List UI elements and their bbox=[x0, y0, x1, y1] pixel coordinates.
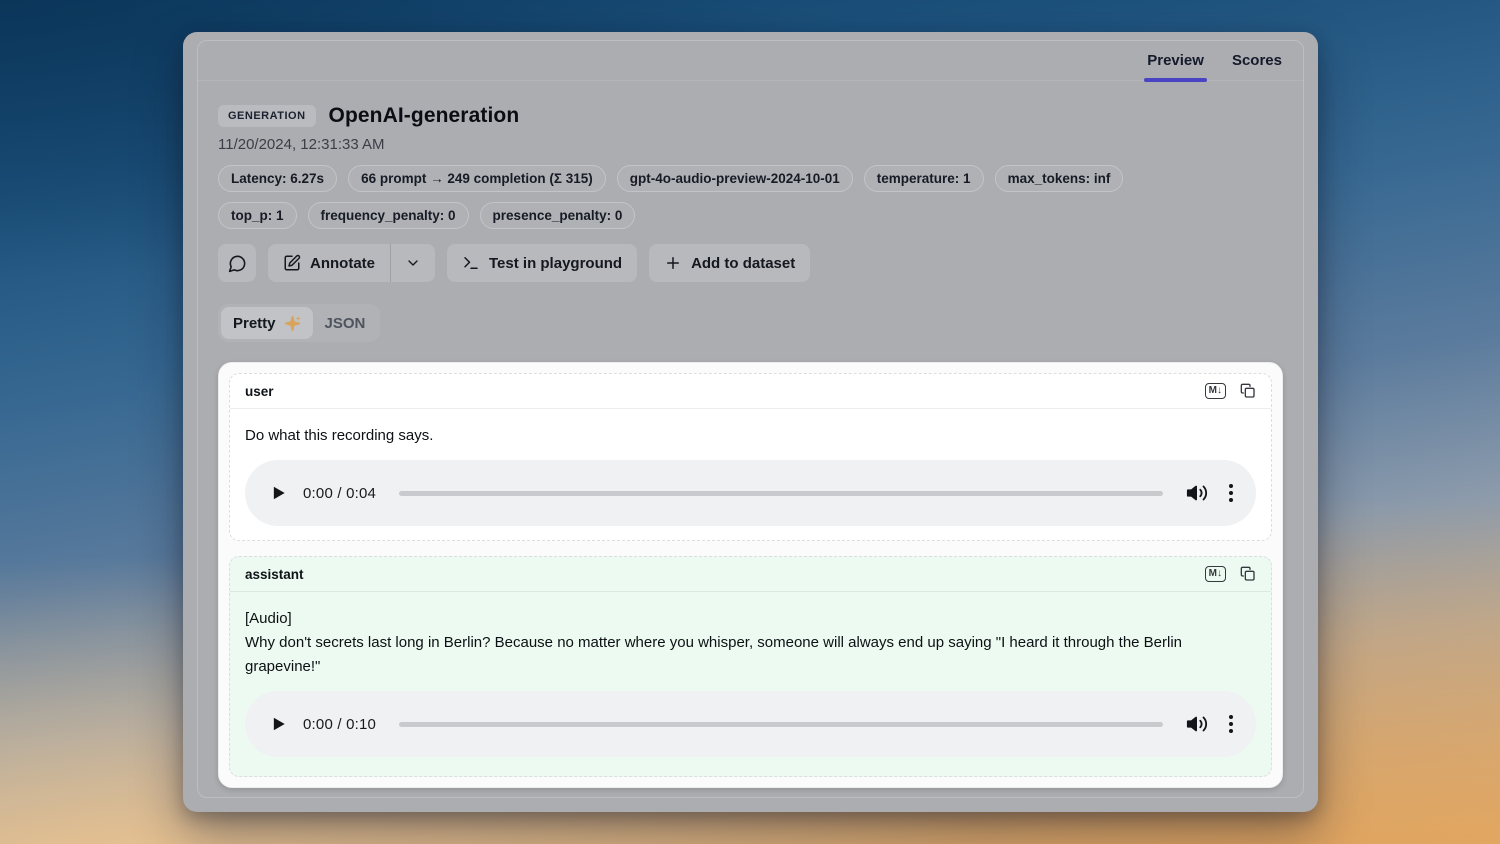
toggle-pretty-label: Pretty bbox=[233, 315, 276, 332]
volume-icon[interactable] bbox=[1186, 482, 1208, 504]
annotate-pen-icon bbox=[283, 254, 301, 272]
user-message-header: user M↓ bbox=[230, 374, 1271, 408]
metadata-badge-row: top_p: 1 frequency_penalty: 0 presence_p… bbox=[218, 202, 1283, 229]
assistant-audio-player: 0:00 / 0:10 bbox=[245, 691, 1256, 757]
comment-icon bbox=[228, 254, 247, 273]
assistant-message-header: assistant M↓ bbox=[230, 557, 1271, 591]
audio-progress-bar[interactable] bbox=[399, 722, 1163, 727]
message-header-icons: M↓ bbox=[1205, 566, 1256, 582]
top-p-badge: top_p: 1 bbox=[218, 202, 297, 229]
observation-type-badge: GENERATION bbox=[218, 105, 316, 127]
presence-penalty-badge: presence_penalty: 0 bbox=[480, 202, 636, 229]
play-icon[interactable] bbox=[268, 714, 288, 734]
conversation-container: user M↓ Do what this recording says. bbox=[218, 362, 1283, 788]
role-label: assistant bbox=[245, 567, 304, 582]
metadata-badge-row: Latency: 6.27s 66 prompt → 249 completio… bbox=[218, 165, 1283, 192]
audio-menu-icon[interactable] bbox=[1227, 711, 1235, 737]
annotate-dropdown-button[interactable] bbox=[391, 244, 435, 282]
comment-button[interactable] bbox=[218, 244, 256, 282]
tab-preview-label: Preview bbox=[1147, 52, 1204, 69]
plus-icon bbox=[664, 254, 682, 272]
user-audio-player: 0:00 / 0:04 bbox=[245, 460, 1256, 526]
annotate-button-label: Annotate bbox=[310, 255, 375, 272]
metadata-badges: Latency: 6.27s 66 prompt → 249 completio… bbox=[218, 165, 1283, 229]
observation-header: GENERATION OpenAI-generation bbox=[218, 104, 1283, 128]
tab-scores-label: Scores bbox=[1232, 52, 1282, 69]
annotate-split-button: Annotate bbox=[268, 244, 435, 282]
volume-icon[interactable] bbox=[1186, 713, 1208, 735]
model-badge: gpt-4o-audio-preview-2024-10-01 bbox=[617, 165, 853, 192]
sparkles-icon bbox=[284, 315, 301, 332]
assistant-message-body: [Audio] Why don't secrets last long in B… bbox=[230, 592, 1271, 771]
add-to-dataset-button[interactable]: Add to dataset bbox=[649, 244, 810, 282]
add-to-dataset-label: Add to dataset bbox=[691, 255, 795, 272]
tab-preview[interactable]: Preview bbox=[1136, 41, 1215, 80]
toggle-json-label: JSON bbox=[325, 315, 366, 332]
pretty-json-toggle-group: Pretty JSON bbox=[218, 304, 380, 342]
observation-panel: Preview Scores GENERATION OpenAI-generat… bbox=[197, 40, 1304, 798]
action-toolbar: Annotate Test in playground bbox=[218, 244, 1283, 282]
copy-icon[interactable] bbox=[1240, 383, 1256, 399]
annotate-button[interactable]: Annotate bbox=[268, 244, 390, 282]
assistant-message-text: Why don't secrets last long in Berlin? B… bbox=[245, 631, 1256, 679]
chevron-down-icon bbox=[405, 255, 421, 271]
token-usage-badge: 66 prompt → 249 completion (Σ 315) bbox=[348, 165, 606, 192]
panel-tabs-bar: Preview Scores bbox=[198, 41, 1303, 81]
user-message-card: user M↓ Do what this recording says. bbox=[229, 373, 1272, 541]
temperature-badge: temperature: 1 bbox=[864, 165, 984, 192]
toggle-json[interactable]: JSON bbox=[313, 307, 378, 339]
audio-time: 0:00 / 0:10 bbox=[303, 716, 376, 733]
audio-progress-bar[interactable] bbox=[399, 491, 1163, 496]
latency-badge: Latency: 6.27s bbox=[218, 165, 337, 192]
view-format-toggle: Pretty JSON bbox=[218, 304, 1283, 342]
assistant-audio-label: [Audio] bbox=[245, 607, 1256, 631]
toggle-pretty[interactable]: Pretty bbox=[221, 307, 313, 339]
observation-detail-dialog: Preview Scores GENERATION OpenAI-generat… bbox=[183, 32, 1318, 812]
copy-icon[interactable] bbox=[1240, 566, 1256, 582]
user-message-text: Do what this recording says. bbox=[245, 424, 1256, 448]
audio-time: 0:00 / 0:04 bbox=[303, 485, 376, 502]
play-icon[interactable] bbox=[268, 483, 288, 503]
test-in-playground-label: Test in playground bbox=[489, 255, 622, 272]
max-tokens-badge: max_tokens: inf bbox=[995, 165, 1124, 192]
observation-timestamp: 11/20/2024, 12:31:33 AM bbox=[218, 136, 1283, 153]
user-message-body: Do what this recording says. 0:00 / 0:04 bbox=[230, 409, 1271, 540]
markdown-toggle-icon[interactable]: M↓ bbox=[1205, 383, 1226, 399]
frequency-penalty-badge: frequency_penalty: 0 bbox=[308, 202, 469, 229]
assistant-message-card: assistant M↓ [Audio] Why don't secrets l… bbox=[229, 556, 1272, 777]
test-in-playground-button[interactable]: Test in playground bbox=[447, 244, 637, 282]
panel-body: GENERATION OpenAI-generation 11/20/2024,… bbox=[198, 81, 1303, 797]
desktop-background: { "tabs": [ { "label": "Preview", "activ… bbox=[0, 0, 1500, 844]
terminal-icon bbox=[462, 254, 480, 272]
audio-menu-icon[interactable] bbox=[1227, 480, 1235, 506]
role-label: user bbox=[245, 384, 274, 399]
observation-title: OpenAI-generation bbox=[329, 104, 520, 128]
tab-scores[interactable]: Scores bbox=[1221, 41, 1293, 80]
markdown-toggle-icon[interactable]: M↓ bbox=[1205, 566, 1226, 582]
message-header-icons: M↓ bbox=[1205, 383, 1256, 399]
